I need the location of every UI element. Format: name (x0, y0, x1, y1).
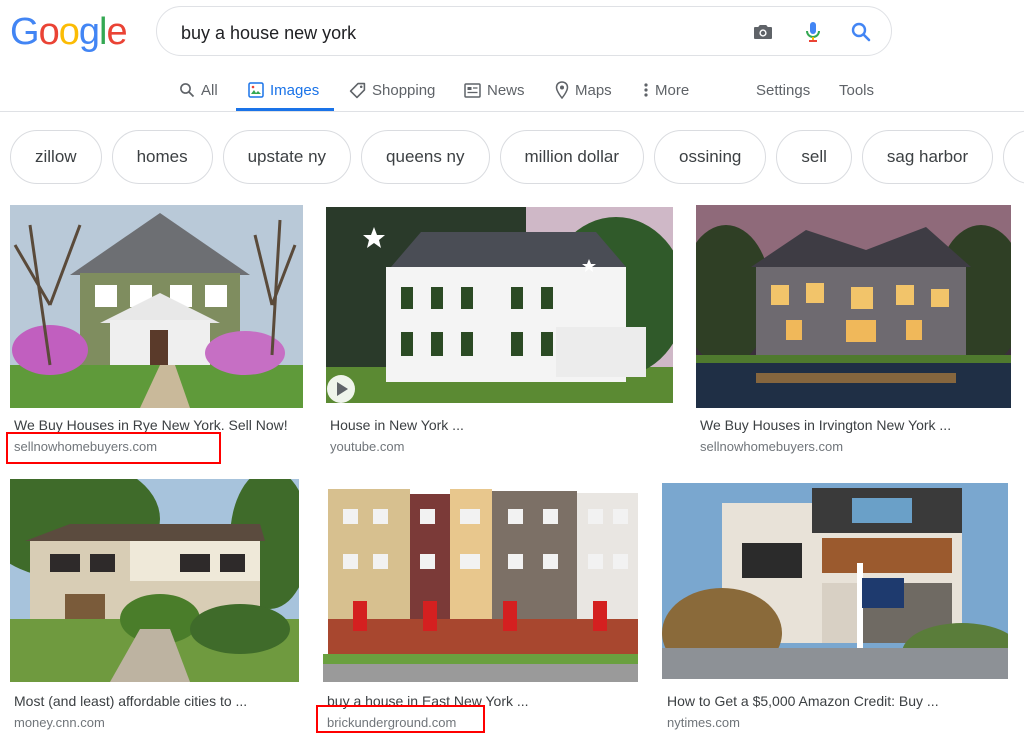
result-site: youtube.com (330, 439, 405, 454)
tag-icon (349, 82, 366, 98)
result-thumbnail[interactable] (662, 483, 1008, 679)
chip[interactable]: queens ny (361, 130, 490, 184)
search-icon[interactable] (849, 20, 873, 44)
result-title: How to Get a $5,000 Amazon Credit: Buy .… (667, 693, 939, 709)
logo-letter: g (78, 11, 100, 53)
tab-label: News (487, 81, 525, 99)
result-thumbnail[interactable] (696, 205, 1011, 408)
tools-link[interactable]: Tools (839, 76, 874, 104)
result-thumbnail[interactable] (323, 479, 638, 682)
tab-all[interactable]: All (179, 76, 218, 104)
newspaper-icon (464, 82, 481, 98)
chip[interactable]: brooklyn (1003, 130, 1024, 184)
logo-letter: l (98, 11, 108, 53)
settings-link[interactable]: Settings (756, 76, 810, 104)
search-input[interactable] (179, 19, 723, 47)
result-site: nytimes.com (667, 715, 740, 730)
chip[interactable]: sag harbor (861, 130, 994, 184)
tab-news[interactable]: News (464, 76, 525, 104)
result-title: Most (and least) affordable cities to ..… (14, 693, 248, 709)
google-logo[interactable]: Google (10, 11, 128, 53)
map-pin-icon (555, 81, 569, 99)
result-title: House in New York ... (330, 417, 464, 433)
highlight-box (6, 432, 221, 464)
tab-label: Maps (575, 81, 612, 99)
result-thumbnail[interactable] (326, 207, 673, 403)
search-box (156, 6, 892, 56)
related-searches-chips: zillow homes upstate ny queens ny million do… (10, 130, 1024, 186)
image-result[interactable]: We Buy Houses in Irvington New York ... … (696, 205, 1012, 465)
chip[interactable]: sell (776, 130, 852, 184)
chip[interactable]: homes (111, 130, 213, 184)
tab-maps[interactable]: Maps (555, 76, 612, 104)
logo-letter: o (38, 11, 60, 53)
chip[interactable]: upstate ny (222, 130, 352, 184)
result-thumbnail[interactable] (10, 205, 303, 408)
search-tabs: All Images Shopping News Maps More Setti… (0, 68, 1024, 112)
highlight-box (316, 705, 485, 733)
result-site: sellnowhomebuyers.com (700, 439, 844, 454)
image-icon (248, 82, 264, 98)
microphone-icon[interactable] (801, 20, 825, 44)
image-result[interactable]: Most (and least) affordable cities to ..… (10, 479, 300, 731)
tab-label: All (201, 81, 218, 99)
header-divider (0, 111, 1024, 112)
chip[interactable]: million dollar (499, 130, 644, 184)
tab-shopping[interactable]: Shopping (349, 76, 435, 104)
result-title: We Buy Houses in Irvington New York ... (700, 417, 952, 433)
image-result[interactable]: House in New York ... youtube.com (326, 207, 674, 463)
tab-images[interactable]: Images (248, 76, 319, 104)
tab-label: Tools (839, 81, 875, 99)
result-thumbnail[interactable] (10, 479, 299, 682)
image-result[interactable]: buy a house in East New York ... brickun… (316, 479, 639, 733)
result-title: We Buy Houses in Rye New York. Sell Now! (14, 417, 288, 433)
chip[interactable]: ossining (653, 130, 767, 184)
tab-label: More (655, 81, 690, 99)
image-result[interactable]: How to Get a $5,000 Amazon Credit: Buy .… (662, 483, 1009, 731)
chip[interactable]: zillow (10, 130, 102, 184)
search-icon (180, 83, 195, 98)
tab-label: Shopping (372, 81, 436, 99)
image-result[interactable]: We Buy Houses in Rye New York. Sell Now!… (6, 205, 304, 465)
logo-letter: e (106, 11, 127, 53)
logo-letter: o (58, 11, 80, 53)
camera-icon[interactable] (751, 20, 775, 44)
tab-label: Images (270, 81, 320, 99)
tab-more[interactable]: More (643, 76, 689, 104)
more-vert-icon (644, 83, 648, 97)
result-site: money.cnn.com (14, 715, 105, 730)
tab-label: Settings (756, 81, 811, 99)
logo-letter: G (10, 11, 40, 53)
